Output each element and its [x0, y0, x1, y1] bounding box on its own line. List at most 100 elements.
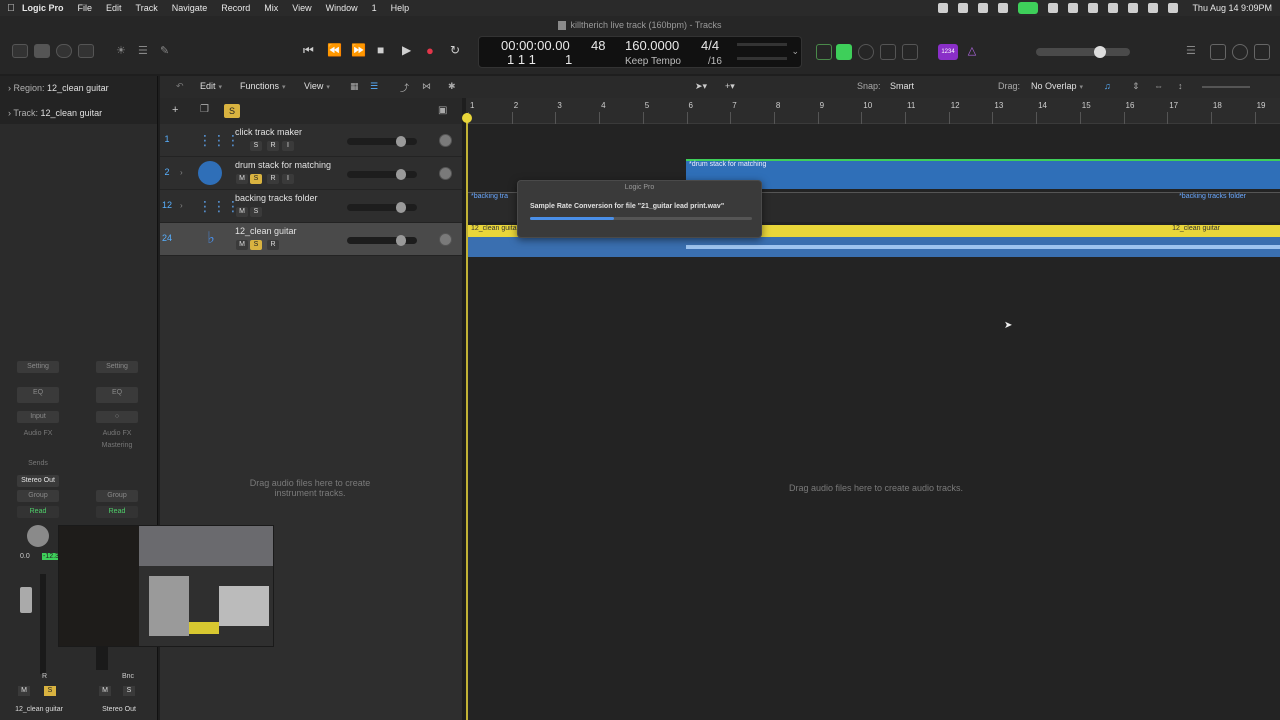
solo-button[interactable]: S — [250, 240, 262, 250]
zoom-slider[interactable] — [1202, 86, 1250, 88]
solo-mode-button[interactable] — [902, 44, 918, 60]
mute-button[interactable]: M — [236, 207, 248, 217]
track-row[interactable]: 2 › drum stack for matching M S R I — [160, 157, 462, 190]
automation-icon[interactable]: ⤴ — [400, 81, 409, 94]
back-icon[interactable]: ↶ — [176, 81, 184, 92]
plus-tool-icon[interactable]: +▾ — [725, 81, 735, 92]
pan-knob[interactable] — [439, 167, 452, 180]
play-icon[interactable] — [1088, 3, 1099, 13]
menu-1[interactable]: 1 — [372, 3, 377, 13]
add-track-icon[interactable]: + — [172, 104, 178, 116]
view-menu[interactable]: View ▾ — [304, 81, 330, 91]
fast-forward-icon[interactable]: ⏩ — [351, 43, 366, 57]
link-icon[interactable]: ○ — [96, 411, 138, 423]
chevron-down-icon[interactable]: ⌄ — [791, 46, 799, 57]
eq-button[interactable]: EQ — [17, 387, 59, 403]
disclosure-icon[interactable]: › — [180, 201, 183, 210]
group-button[interactable]: Group — [17, 490, 59, 502]
track-row[interactable]: 24 ♭ 12_clean guitar M S R — [160, 223, 462, 256]
volume-fader[interactable] — [347, 235, 417, 246]
stop-icon[interactable]: ■ — [377, 43, 384, 57]
mute-button[interactable]: M — [99, 686, 111, 696]
record-icon[interactable]: ● — [426, 43, 434, 58]
solo-button[interactable]: S — [123, 686, 135, 696]
volume-fader[interactable] — [347, 136, 417, 147]
flex-icon[interactable]: ⋈ — [422, 81, 431, 92]
volume-fader[interactable] — [20, 587, 32, 613]
toolbar-button[interactable] — [78, 44, 94, 58]
track-name[interactable]: drum stack for matching — [235, 160, 331, 170]
pan-knob[interactable] — [439, 134, 452, 147]
siri-icon[interactable] — [1168, 3, 1179, 13]
menu-edit[interactable]: Edit — [106, 3, 122, 13]
quick-help-button[interactable] — [56, 44, 72, 58]
master-volume-knob[interactable] — [1094, 46, 1106, 58]
mastering-slot[interactable]: Mastering — [95, 442, 139, 449]
fader-knob[interactable] — [396, 235, 406, 246]
track-row[interactable]: › Track: 12_clean guitar — [8, 108, 102, 118]
catch-icon[interactable]: ✱ — [448, 81, 456, 92]
mute-button[interactable]: M — [236, 174, 248, 184]
rewind-icon[interactable]: ⏪ — [327, 43, 342, 57]
setting-button[interactable]: Setting — [96, 361, 138, 373]
menu-navigate[interactable]: Navigate — [172, 3, 208, 13]
inspector-button[interactable] — [34, 44, 50, 58]
notepad-icon[interactable] — [1210, 44, 1226, 60]
menu-record[interactable]: Record — [221, 3, 250, 13]
track-name[interactable]: click track maker — [235, 127, 302, 137]
duplicate-track-icon[interactable]: ❐ — [200, 104, 209, 115]
solo-button[interactable]: S — [44, 686, 56, 696]
group-button[interactable]: Group — [96, 490, 138, 502]
input-monitor-button[interactable]: I — [282, 174, 294, 184]
menu-view[interactable]: View — [292, 3, 311, 13]
wifi-icon[interactable] — [1108, 3, 1119, 13]
grid-icon[interactable]: ▦ — [350, 81, 359, 92]
edit-menu[interactable]: Edit ▾ — [200, 81, 222, 91]
pan-knob[interactable] — [439, 233, 452, 246]
solo-button[interactable]: S — [250, 141, 262, 151]
lcd-display[interactable]: 00:00:00.00 1 1 1 48 1 160.0000 Keep Tem… — [478, 36, 802, 68]
status-icon[interactable] — [938, 3, 949, 13]
cycle-icon[interactable]: ↻ — [450, 43, 460, 57]
automation-button[interactable]: Read — [96, 506, 138, 518]
mute-button[interactable]: M — [236, 240, 248, 250]
go-to-beginning-icon[interactable]: ⏮ — [303, 43, 314, 58]
tuner-button[interactable] — [816, 44, 832, 60]
setting-button[interactable]: Setting — [17, 361, 59, 373]
vertical-zoom-icon[interactable]: ⇕ — [1132, 81, 1140, 92]
track-row[interactable]: 12 › ⋮⋮⋮ backing tracks folder M S — [160, 190, 462, 223]
pointer-tool-icon[interactable]: ➤▾ — [695, 81, 707, 92]
control-center-icon[interactable] — [1148, 3, 1159, 13]
track-row[interactable]: 1 ⋮⋮⋮ click track maker S R I — [160, 124, 462, 157]
drag-select[interactable]: No Overlap ▾ — [1031, 81, 1083, 91]
list-editors-icon[interactable]: ☰ — [1186, 44, 1202, 60]
play-icon[interactable]: ▶ — [402, 43, 411, 57]
record-button[interactable]: R — [267, 141, 279, 151]
fader-knob[interactable] — [396, 202, 406, 213]
menu-window[interactable]: Window — [326, 3, 358, 13]
playhead[interactable] — [466, 113, 468, 720]
track-list-options-icon[interactable]: ▣ — [438, 105, 447, 116]
functions-menu[interactable]: Functions ▾ — [240, 81, 286, 91]
record-button[interactable]: R — [267, 174, 279, 184]
global-solo-button[interactable]: S — [224, 104, 240, 118]
record-button[interactable]: R — [267, 240, 279, 250]
drum-region[interactable]: *drum stack for matching — [686, 159, 1280, 189]
plugin-badge[interactable]: 1234 — [938, 44, 958, 60]
pan-knob[interactable] — [27, 525, 49, 547]
solo-button[interactable]: S — [250, 207, 262, 217]
volume-icon[interactable] — [1068, 3, 1079, 13]
mixer-icon[interactable]: ☰ — [138, 44, 154, 58]
region-row[interactable]: › Region: 12_clean guitar — [8, 83, 109, 93]
menu-track[interactable]: Track — [136, 3, 158, 13]
waveform-zoom-icon[interactable]: ♫ — [1104, 81, 1111, 91]
smart-controls-icon[interactable]: ☀ — [116, 44, 132, 58]
status-icon[interactable] — [998, 3, 1009, 13]
browsers-icon[interactable] — [1254, 44, 1270, 60]
clock[interactable]: Thu Aug 14 9:09PM — [1192, 3, 1272, 13]
zoom-icon[interactable]: ↕ — [1178, 81, 1183, 91]
input-button[interactable]: Input — [17, 411, 59, 423]
mute-button[interactable]: M — [18, 686, 30, 696]
fader-knob[interactable] — [396, 169, 406, 180]
disclosure-icon[interactable]: › — [180, 168, 183, 177]
